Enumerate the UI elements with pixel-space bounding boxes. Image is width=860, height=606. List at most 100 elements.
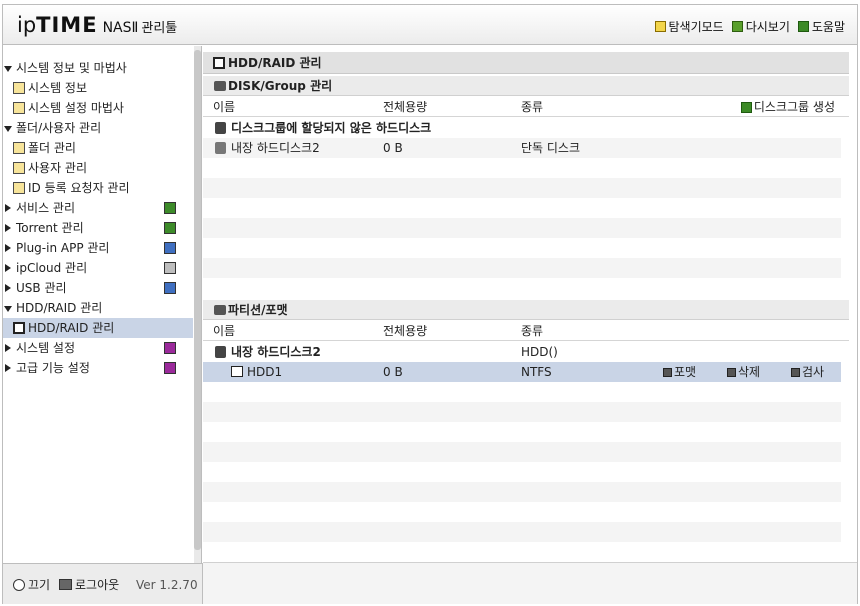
- delete-label: 삭제: [738, 365, 761, 379]
- section-title: 파티션/포맷: [228, 303, 288, 317]
- nav-item-label: 폴더 관리: [28, 141, 76, 155]
- collapsed-arrow-icon: [5, 244, 11, 252]
- disk-type: 단독 디스크: [521, 141, 581, 155]
- refresh-label: 다시보기: [745, 20, 790, 34]
- disk-stack-icon: [215, 122, 226, 134]
- check-button[interactable]: 검사: [791, 362, 824, 382]
- hdd-icon: [213, 57, 225, 69]
- empty-row: [203, 422, 841, 442]
- collapsed-arrow-icon: [5, 224, 11, 232]
- logo-time: TIME: [36, 13, 98, 37]
- disk-stack-icon: [214, 81, 226, 91]
- logout-button[interactable]: 로그아웃: [59, 576, 119, 593]
- nav-group-torrent[interactable]: Torrent 관리: [3, 218, 193, 238]
- nav-item-label: ID 등록 요청자 관리: [28, 181, 130, 195]
- check-icon: [791, 367, 800, 377]
- sidebar-footer: 끄기 로그아웃 Ver 1.2.70: [3, 563, 203, 604]
- disk-name: 내장 하드디스크2: [231, 141, 320, 155]
- disk-name: 내장 하드디스크2: [231, 345, 321, 359]
- user-icon: [13, 162, 25, 174]
- partition-row[interactable]: HDD1 0 B NTFS 포맷 삭제 검사: [203, 362, 841, 382]
- nav-item-label: 사용자 관리: [28, 161, 88, 175]
- explorer-mode-link[interactable]: 탐색기모드: [654, 18, 724, 35]
- group-name: 디스크그룹에 할당되지 않은 하드디스크: [231, 121, 432, 135]
- empty-row: [203, 462, 841, 482]
- logo-nas: NASⅡ: [102, 20, 139, 36]
- col-name: 이름: [213, 100, 236, 114]
- hdd-icon: [13, 322, 25, 334]
- top-header: ip TIME NASⅡ 관리툴 탐색기모드 다시보기 도움말: [3, 5, 857, 45]
- disk-table-header: 이름 전체용량 종류 디스크그룹 생성: [203, 97, 849, 117]
- power-off-label: 끄기: [28, 578, 51, 592]
- disk-row[interactable]: 내장 하드디스크2 HDD(): [203, 342, 841, 362]
- format-label: 포맷: [674, 365, 697, 379]
- nav-group-folder-user[interactable]: 폴더/사용자 관리: [3, 118, 193, 138]
- partition-name: HDD1: [247, 365, 283, 379]
- unassigned-group-row[interactable]: 디스크그룹에 할당되지 않은 하드디스크: [203, 118, 841, 138]
- bottom-bar: [203, 562, 857, 604]
- nav-group-label: USB 관리: [16, 281, 67, 295]
- nav-item-setup-wizard[interactable]: 시스템 설정 마법사: [3, 98, 193, 118]
- nav-item-label: 시스템 정보: [28, 81, 88, 95]
- help-label: 도움말: [811, 20, 845, 34]
- settings-icon: [164, 342, 176, 354]
- nav-item-system-info[interactable]: 시스템 정보: [3, 78, 193, 98]
- refresh-icon: [731, 21, 743, 32]
- create-disk-group-button[interactable]: 디스크그룹 생성: [740, 97, 835, 117]
- logo-ip: ip: [17, 13, 37, 37]
- nav-group-label: 폴더/사용자 관리: [16, 121, 102, 135]
- nav-group-hdd[interactable]: HDD/RAID 관리: [3, 298, 193, 318]
- table-row[interactable]: 내장 하드디스크2 0 B 단독 디스크: [203, 138, 841, 158]
- cloud-icon: [164, 262, 176, 274]
- empty-row: [203, 178, 841, 198]
- empty-row: [203, 198, 841, 218]
- nav-group-usb[interactable]: USB 관리: [3, 278, 193, 298]
- explorer-mode-label: 탐색기모드: [668, 20, 724, 34]
- partition-section-header: 파티션/포맷: [203, 300, 849, 320]
- nav-item-id-request[interactable]: ID 등록 요청자 관리: [3, 178, 193, 198]
- nav-group-ipcloud[interactable]: ipCloud 관리: [3, 258, 193, 278]
- collapsed-arrow-icon: [5, 344, 11, 352]
- sidebar-scrollbar[interactable]: [194, 46, 201, 563]
- expanded-arrow-icon: [4, 66, 12, 72]
- nav-group-plugin[interactable]: Plug-in APP 관리: [3, 238, 193, 258]
- scrollbar-thumb[interactable]: [194, 50, 201, 550]
- nav-group-service[interactable]: 서비스 관리: [3, 198, 193, 218]
- nav-item-label: 시스템 설정 마법사: [28, 101, 124, 115]
- advanced-icon: [164, 362, 176, 374]
- partition-table-header: 이름 전체용량 종류: [203, 321, 849, 341]
- partition-type: NTFS: [521, 365, 552, 379]
- page-title: HDD/RAID 관리: [203, 52, 849, 74]
- empty-row: [203, 522, 841, 542]
- power-off-button[interactable]: 끄기: [13, 576, 50, 593]
- nav-item-hdd-raid[interactable]: HDD/RAID 관리: [3, 318, 193, 338]
- delete-icon: [727, 367, 736, 377]
- check-label: 검사: [802, 365, 825, 379]
- nav-group-system-settings[interactable]: 시스템 설정: [3, 338, 193, 358]
- nav-item-user-mgmt[interactable]: 사용자 관리: [3, 158, 193, 178]
- nav-group-label: 고급 기능 설정: [16, 361, 90, 375]
- disk-group-section-header: DISK/Group 관리: [203, 76, 849, 96]
- nav-group-advanced[interactable]: 고급 기능 설정: [3, 358, 193, 378]
- empty-row: [203, 482, 841, 502]
- disk-table-body: 디스크그룹에 할당되지 않은 하드디스크 내장 하드디스크2 0 B 단독 디스…: [203, 118, 841, 298]
- main-panel: HDD/RAID 관리 DISK/Group 관리 이름 전체용량 종류 디스크…: [203, 46, 857, 604]
- logo-tool: 관리툴: [141, 21, 178, 36]
- folder-icon: [13, 142, 25, 154]
- empty-row: [203, 502, 841, 522]
- nav-item-folder-mgmt[interactable]: 폴더 관리: [3, 138, 193, 158]
- refresh-link[interactable]: 다시보기: [731, 18, 790, 35]
- nav-group-system-info[interactable]: 시스템 정보 및 마법사: [3, 58, 193, 78]
- partition-table-body: 내장 하드디스크2 HDD() HDD1 0 B NTFS 포맷 삭제 검사: [203, 342, 841, 562]
- chart-icon: [13, 82, 25, 94]
- nav-item-label: HDD/RAID 관리: [28, 321, 115, 335]
- format-button[interactable]: 포맷: [663, 362, 696, 382]
- delete-button[interactable]: 삭제: [727, 362, 760, 382]
- partition-hdd-icon: [231, 366, 243, 377]
- disk-icon: [215, 142, 226, 154]
- logout-icon: [59, 579, 72, 590]
- disk-capacity: 0 B: [383, 141, 403, 155]
- help-link[interactable]: 도움말: [797, 18, 845, 35]
- usb-icon: [164, 282, 176, 294]
- empty-row: [203, 402, 841, 422]
